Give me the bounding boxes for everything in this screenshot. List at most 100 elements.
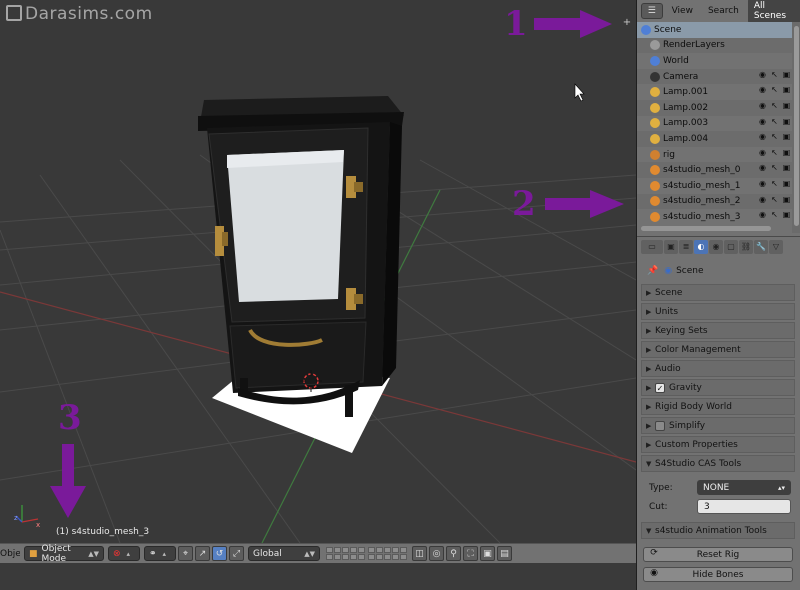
render-icon[interactable]: ▣ [782,101,791,110]
eye-icon[interactable]: ◉ [758,148,767,157]
scale-manipulator-icon[interactable]: ⤢ [229,546,244,561]
outliner-horizontal-scrollbar[interactable] [641,226,771,231]
outliner-row[interactable]: s4studio_mesh_1 ◉ ↖ ▣ [637,178,792,194]
scrollbar-thumb[interactable] [794,26,799,226]
render-layers-tab-icon[interactable]: ≣ [679,239,693,254]
panel-audio[interactable]: ▶ Audio [641,360,795,377]
reset-rig-button[interactable]: ⟳ Reset Rig [643,547,793,562]
pivot-select[interactable]: ⚭ ▴ [144,546,176,561]
panel-keying-sets[interactable]: ▶ Keying Sets [641,322,795,339]
outliner-row[interactable]: Scene [637,22,792,38]
outliner-list[interactable]: Scene RenderLayers World Camera ◉ ↖ ▣ Lamp.001 ◉… [637,22,792,233]
orientation-select[interactable]: Global ▲▼ [248,546,320,561]
proportional-edit-icon[interactable]: ◎ [429,546,444,561]
hide-bones-button[interactable]: ◉ Hide Bones [643,567,793,582]
outliner-row[interactable]: Lamp.003 ◉ ↖ ▣ [637,116,792,132]
mode-select[interactable]: ■ Object Mode ▲▼ [24,544,104,564]
panel-custom-properties[interactable]: ▶ Custom Properties [641,436,795,453]
region-toggle-plus-icon[interactable]: + [621,17,633,29]
eye-icon[interactable]: ◉ [758,101,767,110]
tab-view[interactable]: View [666,3,699,19]
outliner-row[interactable]: Lamp.004 ◉ ↖ ▣ [637,131,792,147]
eye-icon[interactable]: ◉ [758,210,767,219]
type-select[interactable]: NONE ▴▾ [697,480,791,495]
cursor-icon[interactable]: ↖ [770,85,779,94]
object-menu[interactable]: Object [0,549,20,559]
outliner-row[interactable]: RenderLayers [637,37,792,54]
cursor-icon[interactable]: ↖ [770,148,779,157]
eye-icon[interactable]: ◉ [758,179,767,188]
panel-animation-tools[interactable]: ▼ s4studio Animation Tools [641,522,795,539]
outliner-row[interactable]: Lamp.001 ◉ ↖ ▣ [637,84,792,100]
outliner-scrollbar[interactable] [792,22,800,233]
cursor-icon[interactable]: ↖ [770,117,779,126]
rotate-manipulator-icon[interactable]: ↺ [212,546,227,561]
layer-grid-2[interactable] [368,547,407,560]
cursor-icon[interactable]: ↖ [770,210,779,219]
render-animation-icon[interactable]: ▤ [497,546,512,561]
outliner-row[interactable]: s4studio_mesh_0 ◉ ↖ ▣ [637,162,792,178]
panel-title: Gravity [669,382,702,393]
tab-search[interactable]: Search [702,3,745,19]
outliner-item-label: s4studio_mesh_3 [663,211,741,222]
render-icon[interactable]: ▣ [480,546,495,561]
panel-rigid-body-world[interactable]: ▶ Rigid Body World [641,398,795,415]
panel-gravity[interactable]: ▶ ✓ Gravity [641,379,795,396]
render-icon[interactable]: ▣ [782,117,791,126]
cursor-icon[interactable]: ↖ [770,70,779,79]
editor-type-icon[interactable]: ▭ [641,239,663,254]
panel-color-management[interactable]: ▶ Color Management [641,341,795,358]
object-tab-icon[interactable]: ▢ [724,239,738,254]
render-tab-icon[interactable]: ▣ [664,239,678,254]
panel-simplify[interactable]: ▶ Simplify [641,417,795,434]
layer-grid-1[interactable] [326,547,365,560]
render-icon[interactable]: ▣ [782,163,791,172]
render-icon[interactable]: ▣ [782,70,791,79]
layer-buttons[interactable] [326,547,410,560]
cursor-icon[interactable]: ↖ [770,101,779,110]
snap-icon[interactable]: ⚲ [446,546,461,561]
render-icon[interactable]: ▣ [782,210,791,219]
eye-icon[interactable]: ◉ [758,85,767,94]
render-icon[interactable]: ▣ [782,148,791,157]
modifiers-tab-icon[interactable]: 🔧 [754,239,768,254]
eye-icon[interactable]: ◉ [758,195,767,204]
outliner-row[interactable]: rig ◉ ↖ ▣ [637,147,792,163]
eye-icon[interactable]: ◉ [758,163,767,172]
panel-cas-tools[interactable]: ▼ S4Studio CAS Tools [641,455,795,472]
outliner-row[interactable]: s4studio_mesh_3 ◉ ↖ ▣ [637,209,792,225]
snap-element-icon[interactable]: ⛶ [463,546,478,561]
manipulator-toggle-icon[interactable]: ⌖ [178,546,193,561]
eye-icon[interactable]: ◉ [758,117,767,126]
eye-icon[interactable]: ◉ [758,132,767,141]
outliner-row[interactable]: World [637,53,792,69]
cursor-icon[interactable]: ↖ [770,179,779,188]
scene-tab-icon[interactable]: ◐ [694,239,708,254]
cursor-icon[interactable]: ↖ [770,195,779,204]
translate-manipulator-icon[interactable]: ↗ [195,546,210,561]
editor-type-icon[interactable]: ☰ [641,3,663,19]
outliner-row[interactable]: s4studio_mesh_2 ◉ ↖ ▣ [637,193,792,210]
outliner-row[interactable]: Camera ◉ ↖ ▣ [637,68,792,85]
panel-checkbox[interactable] [655,420,665,431]
panel-units[interactable]: ▶ Units [641,303,795,320]
render-icon[interactable]: ▣ [782,179,791,188]
3d-viewport[interactable]: z x Darasims.com 1 2 3 (1) s4studio_mesh… [0,0,636,543]
cursor-icon[interactable]: ↖ [770,163,779,172]
panel-checkbox[interactable]: ✓ [655,382,665,393]
outliner-row[interactable]: Lamp.002 ◉ ↖ ▣ [637,99,792,116]
panel-scene[interactable]: ▶ Scene [641,284,795,301]
constraints-tab-icon[interactable]: ⛓ [739,239,753,254]
pin-icon[interactable]: 📌 [647,266,658,276]
render-icon[interactable]: ▣ [782,85,791,94]
world-tab-icon[interactable]: ◉ [709,239,723,254]
render-icon[interactable]: ▣ [782,132,791,141]
data-tab-icon[interactable]: ▽ [769,239,783,254]
render-icon[interactable]: ▣ [782,195,791,204]
cut-input[interactable]: 3 [697,499,791,514]
eye-icon[interactable]: ◉ [758,70,767,79]
cursor-icon[interactable]: ↖ [770,132,779,141]
viewport-shading-select[interactable]: ⊗ ▴ [108,546,140,561]
lock-layers-icon[interactable]: ◫ [412,546,427,561]
tab-all-scenes[interactable]: All Scenes [747,0,800,24]
